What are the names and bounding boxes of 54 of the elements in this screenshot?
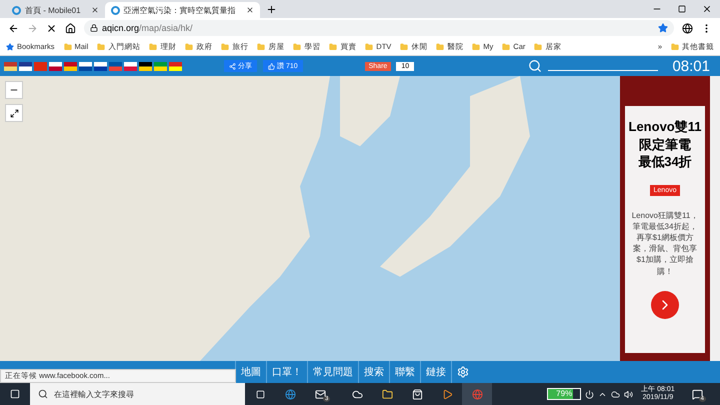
site-icon	[12, 6, 21, 14]
folder-icon	[257, 42, 266, 50]
address-field[interactable]: aqicn.org/map/asia/hk/	[84, 20, 674, 36]
maximize-icon[interactable]	[678, 5, 686, 13]
ad-text: Lenovo狂購雙11，筆電最低34折起，再享$1網板價方案，滑鼠、背包享$1加購，立即搶購！	[630, 210, 700, 277]
browser-tab[interactable]: 亞洲空氣污染：實時空氣質量指	[104, 2, 260, 18]
folder-icon	[221, 42, 230, 50]
next-button[interactable]	[651, 290, 679, 319]
folder-icon	[329, 42, 338, 50]
close-icon[interactable]	[702, 4, 712, 14]
folder-icon	[365, 42, 374, 50]
new-tab-icon[interactable]	[266, 4, 277, 15]
close-tab-icon[interactable]	[246, 6, 254, 14]
flag-icon[interactable]	[49, 62, 62, 70]
lock-icon	[90, 24, 98, 32]
scrollbar[interactable]	[710, 76, 720, 361]
folder-icon	[185, 42, 194, 50]
bookmark-star-icon[interactable]	[658, 23, 668, 33]
folder-icon	[671, 42, 679, 50]
site-icon	[110, 6, 120, 14]
flag-icon[interactable]	[139, 62, 152, 70]
ad-headline: 限定筆電	[639, 136, 691, 154]
flag-icon[interactable]	[94, 62, 107, 70]
stop-icon[interactable]	[46, 22, 57, 34]
star-icon	[6, 42, 14, 50]
home-icon[interactable]	[65, 22, 76, 34]
clock: 08:01	[672, 58, 710, 74]
back-icon[interactable]	[8, 22, 19, 34]
ad-headline: 最低34折	[638, 153, 692, 171]
cloud-icon[interactable]	[611, 390, 620, 398]
folder-icon	[502, 42, 510, 50]
folder-icon	[400, 42, 408, 50]
folder-icon	[149, 42, 158, 50]
close-tab-icon[interactable]	[90, 6, 99, 14]
search-icon[interactable]	[528, 59, 542, 73]
folder-icon	[534, 42, 542, 50]
browser-tab[interactable]: 首頁 - Mobile01	[6, 2, 105, 18]
ad-headline: Lenovo雙11	[628, 118, 702, 136]
extension-icon[interactable]	[682, 22, 693, 34]
volume-icon[interactable]	[624, 390, 634, 398]
expand-icon	[10, 108, 18, 118]
fullscreen-button[interactable]	[5, 104, 23, 122]
folder-icon	[64, 42, 72, 50]
folder-icon	[293, 42, 302, 50]
folder-icon	[436, 42, 444, 50]
taskbar-search-field[interactable]: 在這裡輸入文字來搜尋	[30, 383, 245, 405]
flag-icon[interactable]	[79, 62, 92, 70]
battery-meter: 79%	[547, 388, 582, 400]
search-icon	[38, 389, 48, 399]
share-icon	[229, 62, 236, 70]
folder-icon	[97, 42, 106, 50]
folder-icon	[472, 42, 480, 50]
flag-icon[interactable]	[19, 62, 32, 70]
thumbs-up-icon	[268, 62, 275, 70]
